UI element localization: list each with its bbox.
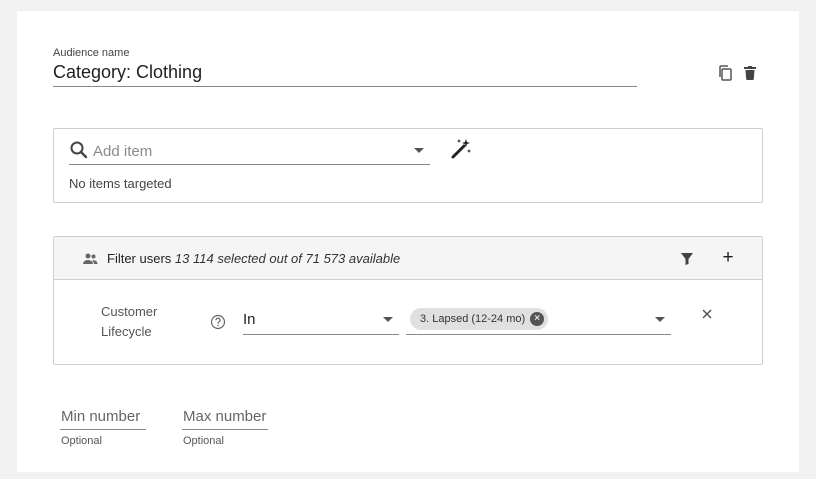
filter-count: 13 114 selected out of 71 573 available <box>174 251 401 266</box>
add-item-field[interactable]: Add item <box>69 139 430 165</box>
add-item-input[interactable]: Add item <box>93 143 393 161</box>
rule-field-label: Customer Lifecycle <box>101 304 158 339</box>
min-number-hint: Optional <box>61 435 102 447</box>
value-chip: 3. Lapsed (12-24 mo) × <box>410 308 549 330</box>
filter-button[interactable] <box>677 249 697 269</box>
close-icon <box>702 309 712 319</box>
max-number-hint: Optional <box>183 435 224 447</box>
copy-button[interactable] <box>715 63 735 83</box>
max-number-placeholder: Max number <box>183 408 267 425</box>
funnel-icon <box>681 253 693 265</box>
search-icon <box>70 141 88 159</box>
item-targeting-box: Add item No items targeted <box>53 128 763 203</box>
auto-suggest-button[interactable] <box>450 138 472 160</box>
operator-value: In <box>243 311 256 328</box>
no-items-text: No items targeted <box>69 176 172 191</box>
help-icon[interactable] <box>210 314 226 330</box>
min-number-placeholder: Min number <box>61 408 141 425</box>
chevron-down-icon[interactable] <box>383 317 393 322</box>
add-filter-button[interactable]: + <box>718 248 738 268</box>
audience-name-label: Audience name <box>53 47 130 59</box>
copy-icon <box>719 65 732 81</box>
magic-wand-icon <box>451 139 471 159</box>
min-number-field[interactable]: Min number <box>60 404 146 430</box>
filter-header: Filter users 13 114 selected out of 71 5… <box>54 237 762 280</box>
value-select[interactable]: 3. Lapsed (12-24 mo) × <box>406 307 671 335</box>
audience-card: Audience name Category: Clothing Add ite… <box>17 11 799 472</box>
filter-users-panel: Filter users 13 114 selected out of 71 5… <box>53 236 763 365</box>
chevron-down-icon[interactable] <box>655 317 665 322</box>
operator-select[interactable]: In <box>243 307 399 335</box>
filter-title: Filter users 13 114 selected out of 71 5… <box>107 251 400 266</box>
max-number-field[interactable]: Max number <box>182 404 268 430</box>
delete-button[interactable] <box>740 63 760 83</box>
chevron-down-icon[interactable] <box>414 148 424 153</box>
filter-title-label: Filter users <box>107 251 172 266</box>
audience-name-input[interactable]: Category: Clothing <box>53 61 637 87</box>
chip-remove-icon[interactable]: × <box>530 312 545 326</box>
remove-rule-button[interactable] <box>697 304 717 324</box>
value-chip-label: 3. Lapsed (12-24 mo) <box>420 313 526 325</box>
delete-icon <box>744 66 756 80</box>
users-icon <box>83 253 98 264</box>
